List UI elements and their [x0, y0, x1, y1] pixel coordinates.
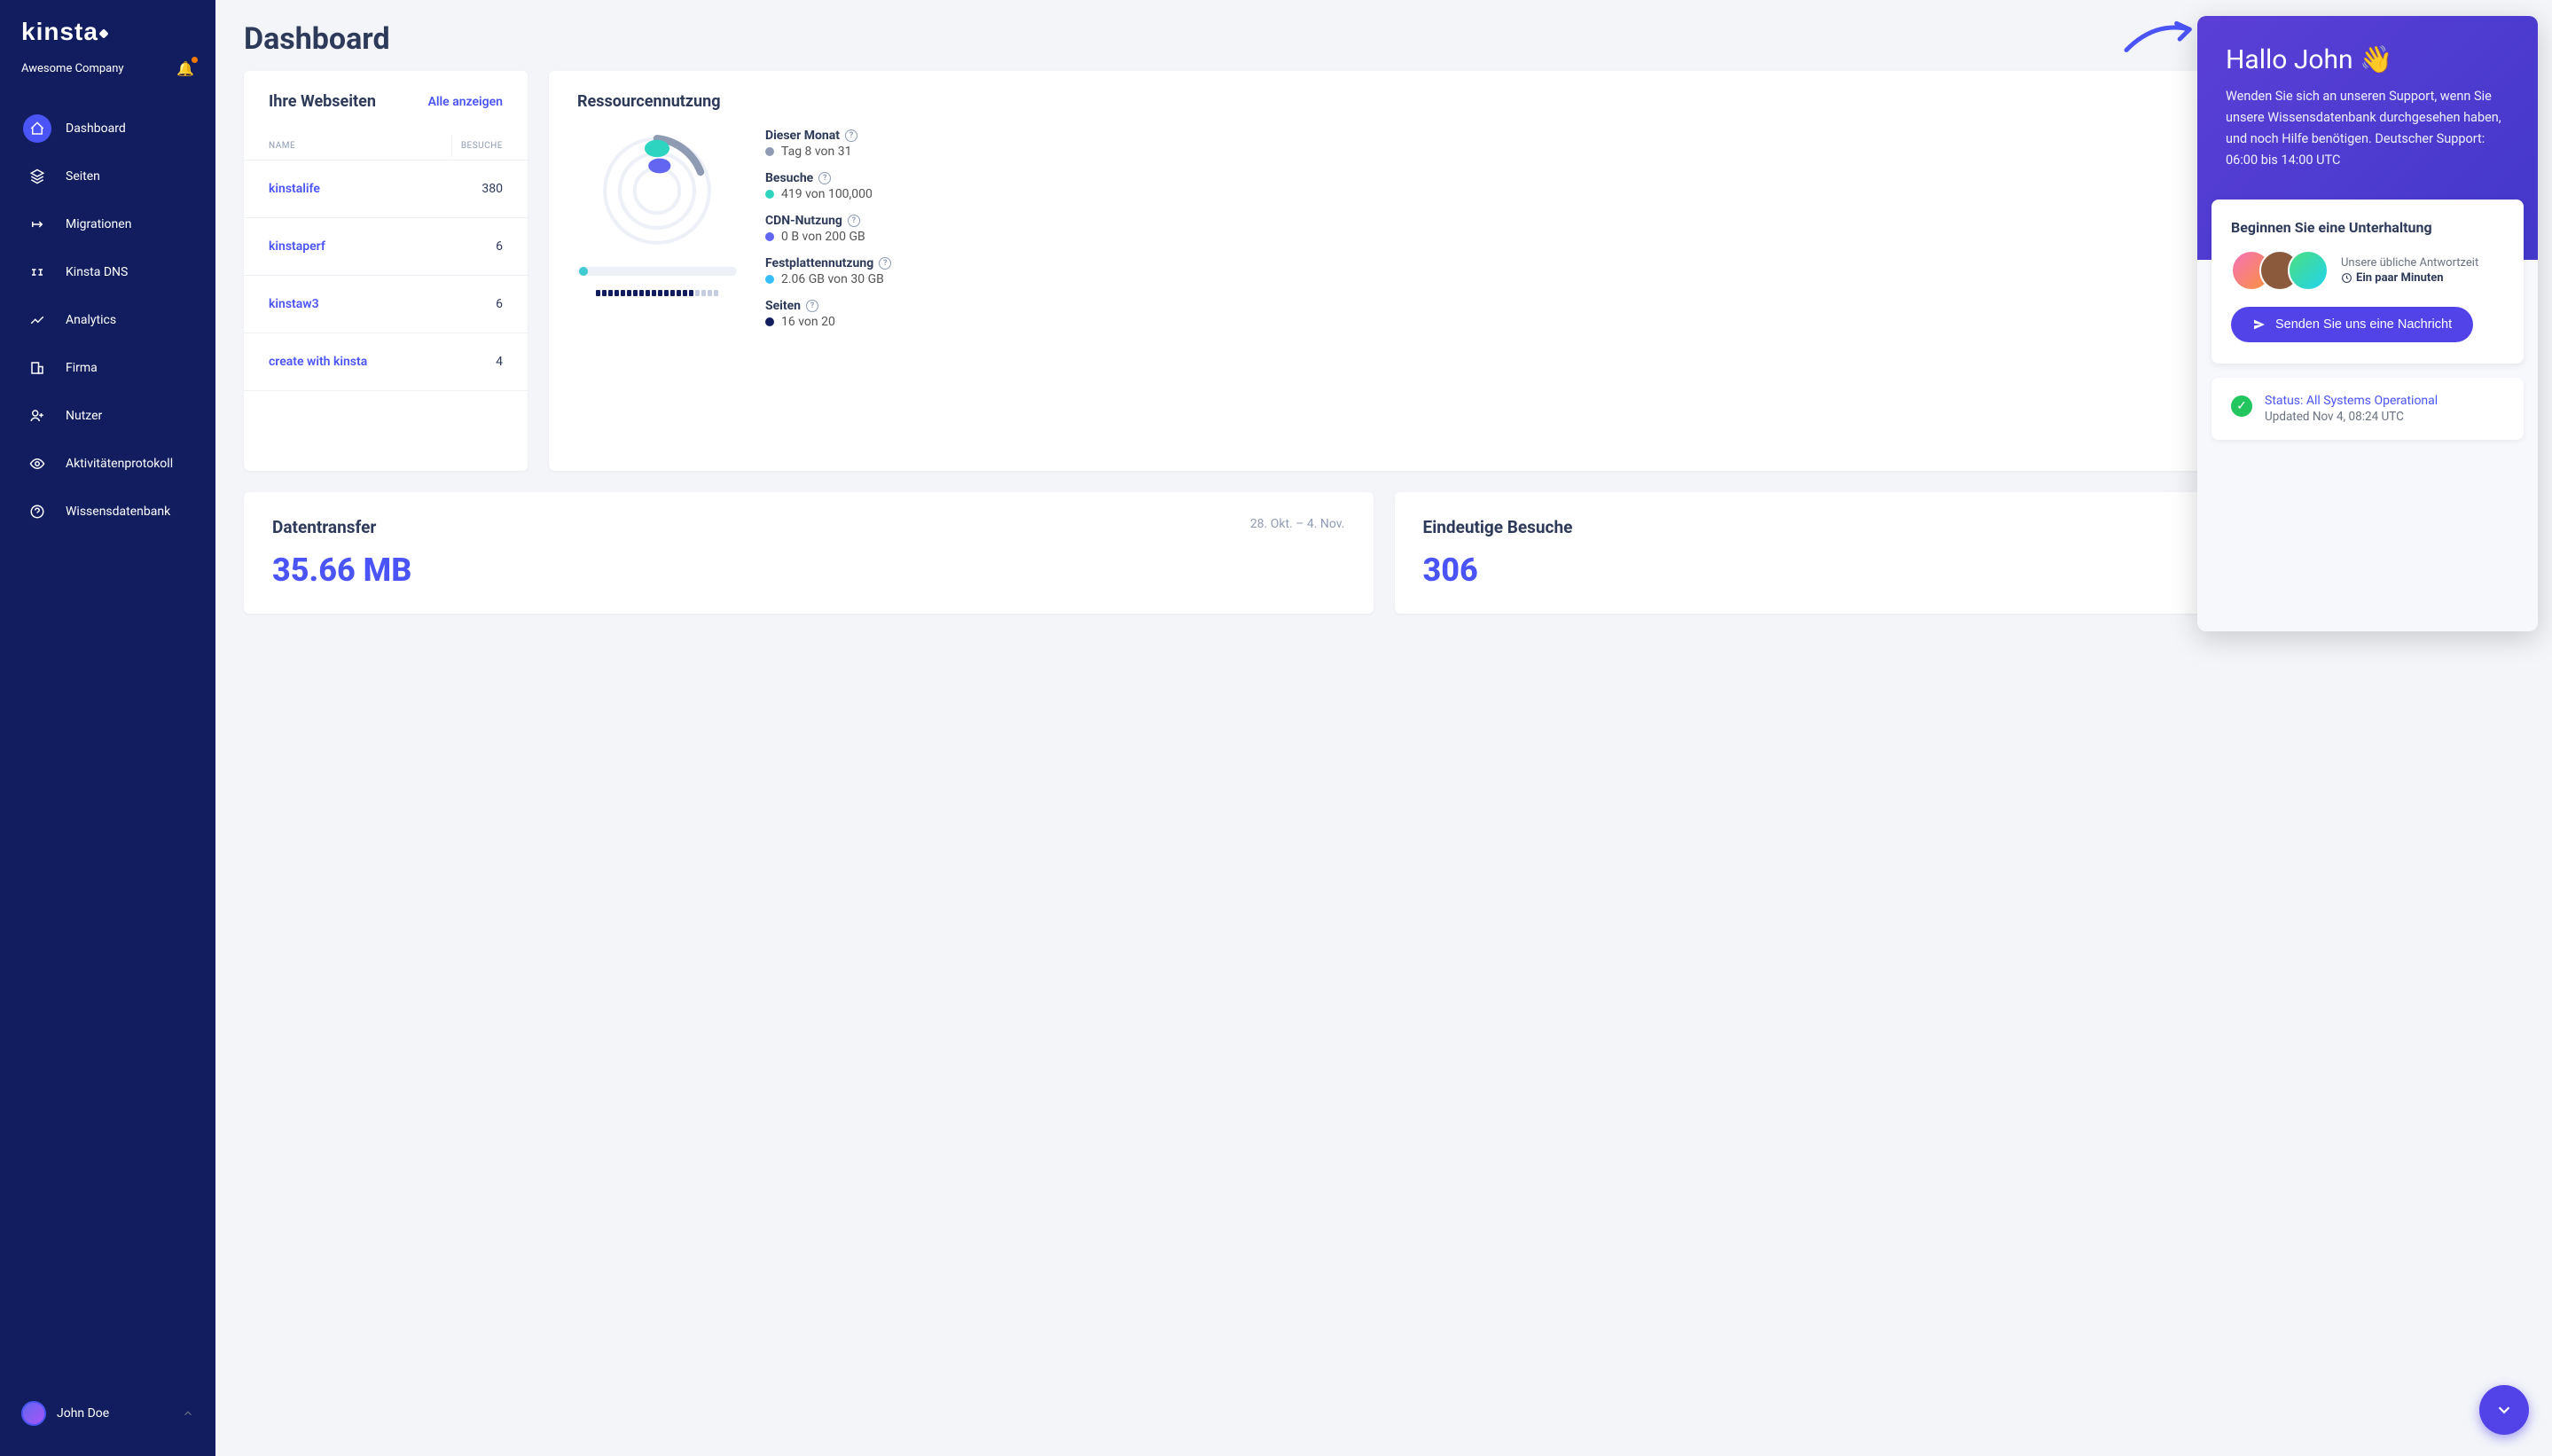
visits-title: Eindeutige Besuche	[1423, 517, 1573, 537]
notifications-bell-icon[interactable]: 🔔	[176, 60, 194, 77]
nav-activity-log[interactable]: Aktivitätenprotokoll	[11, 441, 205, 487]
agent-avatars	[2231, 250, 2329, 291]
chevron-up-icon	[182, 1407, 194, 1420]
chat-greeting: Hallo John 👋	[2226, 44, 2509, 75]
main-content: Dashboard Ihre Webseiten Alle anzeigen N…	[215, 0, 2552, 1456]
nav-label: Migrationen	[66, 217, 131, 231]
main-nav: Dashboard Seiten Migrationen Kinsta DNS …	[0, 98, 215, 1389]
user-plus-icon	[29, 408, 45, 424]
nav-label: Analytics	[66, 313, 116, 327]
nav-label: Dashboard	[66, 121, 126, 136]
sites-card-title: Ihre Webseiten	[269, 92, 376, 111]
home-icon	[29, 121, 45, 137]
help-icon	[29, 504, 45, 520]
agent-avatar	[2288, 250, 2329, 291]
col-name: NAME	[269, 141, 461, 151]
your-sites-card: Ihre Webseiten Alle anzeigen NAME BESUCH…	[244, 71, 528, 471]
site-name[interactable]: kinstaw3	[269, 297, 319, 311]
site-row[interactable]: create with kinsta 4	[244, 333, 528, 391]
nav-label: Aktivitätenprotokoll	[66, 457, 173, 471]
nav-label: Seiten	[66, 169, 100, 184]
support-chat-panel: Hallo John 👋 Wenden Sie sich an unseren …	[2197, 16, 2538, 631]
sites-dots	[596, 290, 718, 296]
send-message-button[interactable]: Senden Sie uns eine Nachricht	[2231, 307, 2473, 342]
nav-label: Firma	[66, 361, 98, 375]
transfer-value: 35.66 MB	[272, 552, 1345, 589]
disk-bar	[577, 267, 737, 276]
nav-sites[interactable]: Seiten	[11, 153, 205, 200]
start-conversation-card: Beginnen Sie eine Unterhaltung Unsere üb…	[2211, 200, 2524, 364]
col-visits: BESUCHE	[461, 141, 503, 151]
user-name-label: John Doe	[57, 1406, 171, 1421]
nav-label: Wissensdatenbank	[66, 505, 170, 519]
status-updated: Updated Nov 4, 08:24 UTC	[2265, 410, 2438, 424]
site-visits: 4	[496, 355, 503, 369]
site-name[interactable]: kinstalife	[269, 182, 320, 196]
usage-gauge	[595, 129, 719, 253]
nav-analytics[interactable]: Analytics	[11, 297, 205, 343]
chat-toggle-button[interactable]	[2479, 1385, 2529, 1435]
eye-icon	[29, 456, 45, 472]
chat-start-title: Beginnen Sie eine Unterhaltung	[2231, 219, 2504, 236]
nav-knowledge-base[interactable]: Wissensdatenbank	[11, 489, 205, 535]
site-name[interactable]: kinstaperf	[269, 239, 325, 254]
company-name: Awesome Company	[21, 62, 124, 75]
status-link[interactable]: Status: All Systems Operational	[2265, 394, 2438, 408]
dns-icon	[29, 264, 45, 280]
layers-icon	[29, 168, 45, 184]
building-icon	[29, 360, 45, 376]
nav-dashboard[interactable]: Dashboard	[11, 106, 205, 152]
nav-users[interactable]: Nutzer	[11, 393, 205, 439]
brand-logo: kinsta	[0, 18, 215, 53]
user-menu[interactable]: John Doe	[0, 1389, 215, 1438]
help-icon[interactable]: ?	[845, 129, 857, 142]
user-avatar	[21, 1401, 46, 1426]
site-row[interactable]: kinstaw3 6	[244, 276, 528, 333]
annotation-arrow-icon	[2119, 12, 2203, 64]
help-icon[interactable]: ?	[806, 300, 818, 312]
help-icon[interactable]: ?	[879, 257, 891, 270]
response-time-label: Unsere übliche Antwortzeit	[2341, 256, 2478, 270]
sidebar: kinsta Awesome Company 🔔 Dashboard Seite…	[0, 0, 215, 1456]
nav-migrations[interactable]: Migrationen	[11, 201, 205, 247]
transfer-title: Datentransfer	[272, 517, 376, 537]
resources-title: Ressourcennutzung	[577, 92, 720, 111]
clock-icon	[2341, 272, 2352, 284]
send-icon	[2252, 317, 2266, 332]
nav-dns[interactable]: Kinsta DNS	[11, 249, 205, 295]
check-icon: ✓	[2231, 395, 2252, 417]
data-transfer-card: Datentransfer 28. Okt. – 4. Nov. 35.66 M…	[244, 492, 1374, 614]
analytics-icon	[29, 312, 45, 328]
site-row[interactable]: kinstalife 380	[244, 160, 528, 218]
chevron-down-icon	[2494, 1400, 2514, 1420]
chat-description: Wenden Sie sich an unseren Support, wenn…	[2226, 86, 2509, 171]
help-icon[interactable]: ?	[848, 215, 860, 227]
response-time-value: Ein paar Minuten	[2356, 271, 2444, 285]
migration-icon	[29, 216, 45, 232]
transfer-range: 28. Okt. – 4. Nov.	[1250, 517, 1345, 537]
site-visits: 380	[481, 182, 503, 196]
site-row[interactable]: kinstaperf 6	[244, 218, 528, 276]
view-all-link[interactable]: Alle anzeigen	[428, 95, 503, 109]
system-status-card[interactable]: ✓ Status: All Systems Operational Update…	[2211, 378, 2524, 440]
nav-label: Nutzer	[66, 409, 102, 423]
site-visits: 6	[496, 239, 503, 254]
nav-label: Kinsta DNS	[66, 265, 128, 279]
site-visits: 6	[496, 297, 503, 311]
nav-company[interactable]: Firma	[11, 345, 205, 391]
help-icon[interactable]: ?	[818, 172, 831, 184]
site-name[interactable]: create with kinsta	[269, 355, 367, 369]
